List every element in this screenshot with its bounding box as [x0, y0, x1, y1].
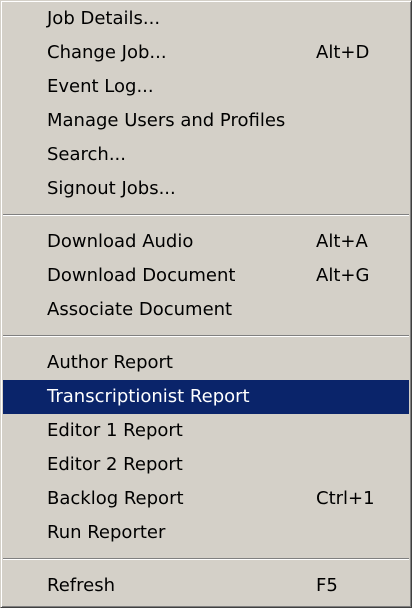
menu-item-label: Editor 2 Report [47, 454, 183, 475]
menu-section-reports: Author Report Transcriptionist Report Ed… [1, 346, 411, 550]
menu-item-label: Job Details... [47, 8, 161, 29]
menu-section-refresh: Refresh F5 [1, 569, 411, 603]
menu-item-associate-document[interactable]: Associate Document [3, 293, 409, 327]
menu-separator [3, 558, 409, 560]
menu-item-label: Backlog Report [47, 488, 184, 509]
menu-item-label: Transcriptionist Report [47, 386, 250, 407]
menu-item-download-audio[interactable]: Download Audio Alt+A [3, 225, 409, 259]
menu-item-transcriptionist-report[interactable]: Transcriptionist Report [3, 380, 409, 414]
menu-section-job: Job Details... Change Job... Alt+D Event… [1, 2, 411, 206]
menu-item-label: Associate Document [47, 299, 233, 320]
menu-item-label: Event Log... [47, 76, 154, 97]
menu-item-author-report[interactable]: Author Report [3, 346, 409, 380]
menu-item-label: Run Reporter [47, 522, 166, 543]
menu-item-shortcut: Alt+A [316, 231, 368, 252]
menu-item-label: Editor 1 Report [47, 420, 183, 441]
menu-item-shortcut: Alt+D [316, 42, 370, 63]
menu-item-backlog-report[interactable]: Backlog Report Ctrl+1 [3, 482, 409, 516]
menu-item-run-reporter[interactable]: Run Reporter [3, 516, 409, 550]
menu-item-editor-1-report[interactable]: Editor 1 Report [3, 414, 409, 448]
menu-separator [3, 214, 409, 216]
menu-item-editor-2-report[interactable]: Editor 2 Report [3, 448, 409, 482]
menu-item-shortcut: F5 [316, 575, 338, 596]
menu-item-manage-users[interactable]: Manage Users and Profiles [3, 104, 409, 138]
menu-separator [3, 335, 409, 337]
menu-item-label: Refresh [47, 575, 115, 596]
menu-item-shortcut: Ctrl+1 [316, 488, 375, 509]
menu-item-label: Change Job... [47, 42, 167, 63]
menu-item-shortcut: Alt+G [316, 265, 370, 286]
menu-item-label: Manage Users and Profiles [47, 110, 286, 131]
menu-item-refresh[interactable]: Refresh F5 [3, 569, 409, 603]
menu-item-label: Download Document [47, 265, 236, 286]
menu-item-label: Download Audio [47, 231, 194, 252]
menu-item-download-document[interactable]: Download Document Alt+G [3, 259, 409, 293]
menu-item-change-job[interactable]: Change Job... Alt+D [3, 36, 409, 70]
menu-item-signout-jobs[interactable]: Signout Jobs... [3, 172, 409, 206]
context-menu: Job Details... Change Job... Alt+D Event… [0, 0, 412, 608]
menu-item-label: Signout Jobs... [47, 178, 176, 199]
menu-item-search[interactable]: Search... [3, 138, 409, 172]
menu-item-job-details[interactable]: Job Details... [3, 2, 409, 36]
menu-item-label: Search... [47, 144, 127, 165]
menu-item-label: Author Report [47, 352, 173, 373]
menu-section-download: Download Audio Alt+A Download Document A… [1, 225, 411, 327]
menu-item-event-log[interactable]: Event Log... [3, 70, 409, 104]
